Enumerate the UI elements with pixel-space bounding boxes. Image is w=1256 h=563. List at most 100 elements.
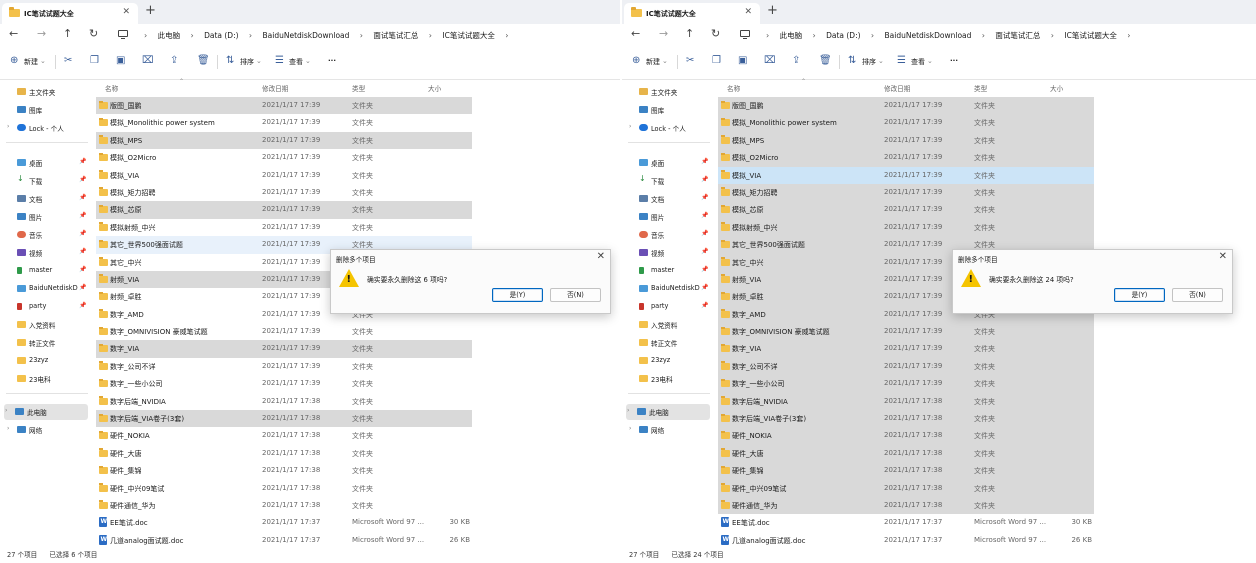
breadcrumb-baidu[interactable]: BaiduNetdiskDownload [885,31,972,40]
table-row[interactable]: 数字后端_NVIDIA 2021/1/17 17:38 文件夹 [718,392,1094,411]
view-button[interactable]: 查看 [289,57,303,67]
sidebar-item-downloads[interactable]: ↓ 下载 📌 [628,173,710,189]
sidebar-item-documents[interactable]: 文档 📌 [628,191,710,207]
breadcrumb-this-pc[interactable]: 此电脑 [158,31,181,40]
sidebar-item-music[interactable]: 音乐 📌 [628,227,710,243]
sidebar-item-23zyz[interactable]: 23zyz [6,353,88,369]
sidebar-item-master[interactable]: master 📌 [628,263,710,279]
table-row[interactable]: 硬件_NOKIA 2021/1/17 17:38 文件夹 [96,427,472,444]
table-row[interactable]: 版图_国鹏 2021/1/17 17:39 文件夹 [718,97,1094,115]
arrow-left-icon[interactable]: ← [9,27,18,40]
table-row[interactable]: 模拟_O2Micro 2021/1/17 17:39 文件夹 [96,149,472,166]
copy-icon[interactable]: ❐ [712,55,721,66]
table-row[interactable]: 数字后端_NVIDIA 2021/1/17 17:38 文件夹 [96,393,472,410]
close-icon[interactable]: ✕ [597,251,605,262]
table-row[interactable]: 硬件_大唐 2021/1/17 17:38 文件夹 [96,445,472,462]
sidebar-item-downloads[interactable]: ↓ 下载 📌 [6,173,88,189]
arrow-up-icon[interactable]: ↑ [63,27,72,40]
table-row[interactable]: 模拟_VIA 2021/1/17 17:39 文件夹 [718,166,1094,184]
sidebar-item-zhuanzheng[interactable]: 转正文件 [628,335,710,351]
sidebar-item-network[interactable]: › 网络 [6,422,88,438]
sort-button[interactable]: 排序 [240,57,254,67]
sidebar-item-home[interactable]: 主文件夹 [6,84,88,100]
table-row[interactable]: EE笔试.doc 2021/1/17 17:37 Microsoft Word 97… [718,514,1094,531]
sidebar-item-23zyz[interactable]: 23zyz [628,353,710,369]
sidebar-item-documents[interactable]: 文档 📌 [6,191,88,207]
breadcrumb-interview[interactable]: 面试笔试汇总 [373,31,418,40]
new-button[interactable]: 新建 [646,57,660,67]
column-header-name[interactable]: 名称 [105,83,118,93]
breadcrumb-data-drive[interactable]: Data (D:) [826,31,860,40]
table-row[interactable]: 模拟_Monolithic power system 2021/1/17 17:3… [96,114,472,131]
scissors-icon[interactable]: ✂ [686,55,694,66]
sidebar-item-gallery[interactable]: 图库 [628,102,710,118]
table-row[interactable]: 数字_公司不详 2021/1/17 17:39 文件夹 [96,358,472,375]
table-row[interactable]: 硬件_NOKIA 2021/1/17 17:38 文件夹 [718,427,1094,445]
table-row[interactable]: 数字_公司不详 2021/1/17 17:39 文件夹 [718,357,1094,376]
rename-icon[interactable]: ⌧ [764,55,776,66]
table-row[interactable]: 模拟射频_中兴 2021/1/17 17:39 文件夹 [718,218,1094,237]
new-tab-icon[interactable]: + [767,3,778,18]
table-row[interactable]: 硬件_中兴09笔试 2021/1/17 17:38 文件夹 [718,479,1094,497]
table-row[interactable]: 数字_VIA 2021/1/17 17:39 文件夹 [718,340,1094,358]
table-row[interactable]: 数字_OMNIVISION 豪威笔试题 2021/1/17 17:39 文件夹 [96,323,472,340]
scissors-icon[interactable]: ✂ [64,55,72,66]
chevron-right-icon[interactable]: › [7,123,9,130]
table-row[interactable]: 几道analog面试题.doc 2021/1/17 17:37 Microsoft … [96,532,472,549]
sidebar-item-network[interactable]: › 网络 [628,422,710,438]
table-row[interactable]: 模拟_Monolithic power system 2021/1/17 17:3… [718,114,1094,132]
sidebar-item-home[interactable]: 主文件夹 [628,84,710,100]
share-icon[interactable]: ⇪ [792,55,800,66]
sidebar-item-this-pc[interactable]: › 此电脑 [626,404,710,420]
breadcrumb-current[interactable]: IC笔试试题大全 [1064,31,1116,40]
table-row[interactable]: 几道analog面试题.doc 2021/1/17 17:37 Microsoft … [718,532,1094,549]
table-row[interactable]: 模拟射频_中兴 2021/1/17 17:39 文件夹 [96,219,472,236]
close-tab-icon[interactable]: ✕ [122,7,130,17]
table-row[interactable]: 模拟_矩力招聘 2021/1/17 17:39 文件夹 [718,183,1094,202]
arrow-right-icon[interactable]: → [37,27,46,40]
sidebar-item-onedrive[interactable]: › Lock - 个人 [6,120,88,136]
refresh-icon[interactable]: ↻ [89,27,98,40]
tab-ic-folder[interactable]: IC笔试试题大全 ✕ [624,3,760,24]
sidebar-item-videos[interactable]: 视频 📌 [628,245,710,261]
column-header-size[interactable]: 大小 [428,83,441,93]
table-row[interactable]: 模拟_矩力招聘 2021/1/17 17:39 文件夹 [96,184,472,201]
trash-icon[interactable]: 🗑 [197,55,210,66]
yes-button[interactable]: 是(Y) [1114,288,1165,302]
sidebar-item-this-pc[interactable]: › 此电脑 [4,404,88,420]
sidebar-item-rudang[interactable]: 入党资料 [628,317,710,333]
chevron-right-icon[interactable]: › [5,407,7,414]
sidebar-item-23dianke[interactable]: 23电科 [628,371,710,387]
table-row[interactable]: 模拟_O2Micro 2021/1/17 17:39 文件夹 [718,149,1094,167]
sidebar-item-master[interactable]: master 📌 [6,263,88,279]
table-row[interactable]: 版图_国鹏 2021/1/17 17:39 文件夹 [96,97,472,115]
sidebar-item-zhuanzheng[interactable]: 转正文件 [6,335,88,351]
table-row[interactable]: 数字_OMNIVISION 豪威笔试题 2021/1/17 17:39 文件夹 [718,323,1094,341]
sidebar-item-music[interactable]: 音乐 📌 [6,227,88,243]
breadcrumb-baidu[interactable]: BaiduNetdiskDownload [263,31,350,40]
table-row[interactable]: 硬件_集锦 2021/1/17 17:38 文件夹 [718,462,1094,480]
table-row[interactable]: 模拟_芯原 2021/1/17 17:39 文件夹 [96,201,472,219]
table-row[interactable]: 数字_一些小公司 2021/1/17 17:39 文件夹 [718,375,1094,393]
trash-icon[interactable]: 🗑 [819,55,832,66]
refresh-icon[interactable]: ↻ [711,27,720,40]
sidebar-item-rudang[interactable]: 入党资料 [6,317,88,333]
new-tab-icon[interactable]: + [145,3,156,18]
close-tab-icon[interactable]: ✕ [744,7,752,17]
arrow-left-icon[interactable]: ← [631,27,640,40]
table-row[interactable]: 模拟_VIA 2021/1/17 17:39 文件夹 [96,167,472,184]
chevron-right-icon[interactable]: › [629,425,631,432]
table-row[interactable]: EE笔试.doc 2021/1/17 17:37 Microsoft Word 97… [96,514,472,531]
table-row[interactable]: 数字后端_VIA卷子(3套) 2021/1/17 17:38 文件夹 [96,410,472,428]
copy-icon[interactable]: ❐ [90,55,99,66]
table-row[interactable]: 数字_一些小公司 2021/1/17 17:39 文件夹 [96,375,472,392]
sidebar-item-baidunetdisk[interactable]: BaiduNetdiskD 📌 [6,281,88,297]
table-row[interactable]: 模拟_MPS 2021/1/17 17:39 文件夹 [718,131,1094,150]
sidebar-item-desktop[interactable]: 桌面 📌 [6,155,88,171]
no-button[interactable]: 否(N) [1172,288,1223,302]
column-header-date[interactable]: 修改日期 [884,83,910,93]
share-icon[interactable]: ⇪ [170,55,178,66]
column-header-type[interactable]: 类型 [352,83,365,93]
table-row[interactable]: 数字_VIA 2021/1/17 17:39 文件夹 [96,340,472,358]
this-pc-icon[interactable] [118,30,128,39]
